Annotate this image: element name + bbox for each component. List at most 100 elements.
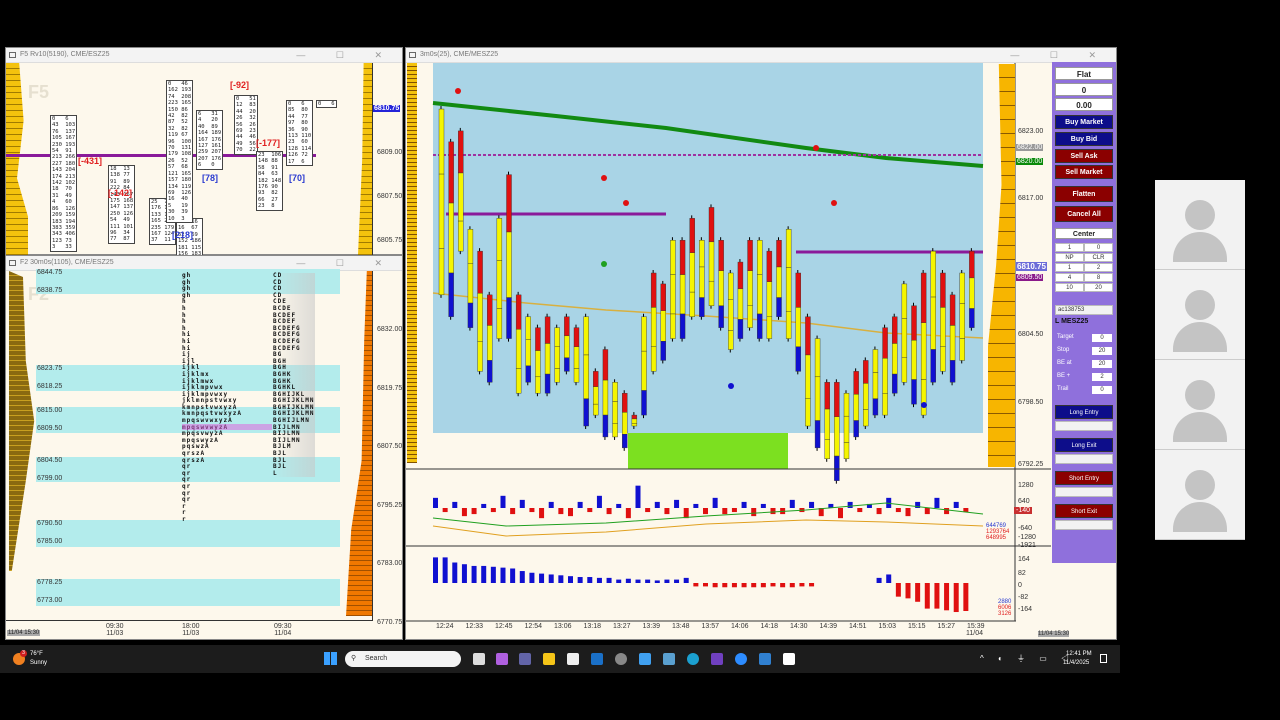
- osc-bar: [934, 583, 940, 609]
- long-entry-select[interactable]: [1055, 421, 1113, 431]
- osc-bar: [510, 568, 516, 583]
- time-label: 14:39: [819, 623, 838, 630]
- osc-bar: [712, 497, 718, 508]
- buy-market-button[interactable]: Buy Market: [1055, 115, 1113, 129]
- quantity-preset[interactable]: 20: [1084, 283, 1113, 292]
- price-bar: [525, 313, 531, 386]
- osc-bar: [789, 583, 795, 588]
- price-bar: [766, 248, 773, 342]
- short-entry-button[interactable]: Short Entry: [1055, 471, 1113, 485]
- sell-market-button[interactable]: Sell Market: [1055, 165, 1113, 179]
- price-label: 6798.50: [1018, 399, 1044, 406]
- osc-bar: [741, 583, 747, 588]
- long-entry-button[interactable]: Long Entry: [1055, 405, 1113, 419]
- osc-bar: [905, 508, 911, 517]
- quantity-preset[interactable]: NP: [1055, 253, 1084, 262]
- footprint-box: 0 46 162 193 74 208 223 165 150 86 42 82…: [166, 80, 194, 223]
- settings-icon[interactable]: [615, 653, 627, 665]
- time-label: 14:30: [790, 623, 808, 630]
- footprint-box: 0 6: [316, 100, 337, 109]
- param-stepper[interactable]: 0: [1092, 386, 1112, 394]
- date-label: 11/04: [966, 630, 983, 637]
- participant-tile[interactable]: [1155, 180, 1245, 270]
- osc-bar: [905, 583, 911, 599]
- outlook-icon[interactable]: [591, 653, 603, 665]
- long-exit-button[interactable]: Long Exit: [1055, 438, 1113, 452]
- window-controls[interactable]: — ☐ ✕: [296, 50, 396, 61]
- copilot-app-icon[interactable]: [639, 653, 651, 665]
- photos-icon[interactable]: [663, 653, 675, 665]
- center-button[interactable]: Center: [1055, 228, 1113, 239]
- param-stepper[interactable]: 2: [1092, 373, 1112, 381]
- price-bar: [564, 313, 570, 375]
- copilot-icon[interactable]: [496, 653, 508, 665]
- osc-bar: [703, 583, 708, 587]
- osc-bar: [635, 485, 641, 508]
- zoom-icon[interactable]: [735, 653, 747, 665]
- participant-tile[interactable]: [1155, 360, 1245, 450]
- clock-date[interactable]: 11/4/2025: [1063, 660, 1089, 666]
- quantity-stepper[interactable]: 1: [1055, 243, 1084, 252]
- short-exit-button[interactable]: Short Exit: [1055, 504, 1113, 518]
- short-entry-select[interactable]: [1055, 487, 1113, 497]
- price-bar: [438, 106, 445, 298]
- task-view-icon[interactable]: [473, 653, 485, 665]
- window-controls[interactable]: — ☐ ✕: [296, 258, 396, 269]
- osc-bar: [703, 508, 708, 515]
- date: 11/04: [274, 630, 292, 637]
- price-bar: [708, 204, 715, 309]
- buy-bid-button[interactable]: Buy Bid: [1055, 132, 1113, 146]
- osc-bar: [577, 577, 583, 583]
- account-select[interactable]: ac138753: [1055, 305, 1113, 315]
- signal-dot: [813, 145, 819, 151]
- short-exit-select[interactable]: [1055, 520, 1113, 530]
- time-label: 12:33: [465, 623, 484, 630]
- system-tray[interactable]: ^ ◐ ⏚ ▭ ◁: [980, 653, 1075, 664]
- osc-bar: [645, 508, 651, 513]
- window-title: F2 30m0s(1105), CME/ESZ25: [20, 259, 114, 266]
- osc-bar: [915, 583, 921, 602]
- osc-bar: [664, 579, 670, 583]
- cancel-all-button[interactable]: Cancel All: [1055, 206, 1113, 222]
- notification-badge: 3: [20, 650, 27, 657]
- quantity-preset[interactable]: 2: [1084, 263, 1113, 272]
- footprint-box: 23 106 148 88 58 91 84 63 182 148 176 90…: [256, 151, 284, 211]
- search-icon: ⚲: [351, 655, 357, 662]
- store-icon[interactable]: [567, 653, 579, 665]
- quantity-preset[interactable]: 1: [1055, 263, 1084, 272]
- quantity-preset[interactable]: CLR: [1084, 253, 1113, 262]
- edge-icon[interactable]: [687, 653, 699, 665]
- osc-bar: [625, 578, 631, 583]
- quantity-preset[interactable]: 8: [1084, 273, 1113, 282]
- visual-studio-icon[interactable]: [711, 653, 723, 665]
- teams-icon[interactable]: [519, 653, 531, 665]
- clock-time[interactable]: 12:41 PM: [1066, 651, 1092, 657]
- osc-bar: [539, 573, 545, 583]
- delta-label: [-142]: [108, 188, 133, 198]
- price-bar: [795, 269, 801, 375]
- flatten-button[interactable]: Flatten: [1055, 186, 1113, 202]
- notifications-icon[interactable]: [1100, 654, 1107, 663]
- window-titlebar[interactable]: F5 Rv10(5190), CME/ESZ25 — ☐ ✕: [6, 48, 402, 63]
- osc-bar: [683, 508, 689, 519]
- param-stepper[interactable]: 0: [1092, 334, 1112, 342]
- app-icon[interactable]: [759, 653, 771, 665]
- search-box[interactable]: ⚲ Search: [345, 651, 461, 667]
- participant-tile[interactable]: [1155, 450, 1245, 540]
- price-label: 6823.00: [1018, 128, 1044, 135]
- long-exit-select[interactable]: [1055, 454, 1113, 464]
- param-stepper[interactable]: 20: [1092, 347, 1112, 355]
- file-explorer-icon[interactable]: [543, 653, 555, 665]
- footprint-box: 0 6 85 80 44 77 97 80 36 90 113 110 23 6…: [286, 100, 314, 167]
- osc-bar: [635, 579, 641, 583]
- quantity-preset[interactable]: 10: [1055, 283, 1084, 292]
- quantity-preset[interactable]: 4: [1055, 273, 1084, 282]
- osc-bar: [461, 508, 467, 517]
- price-label: 6823.75: [37, 365, 63, 372]
- sell-ask-button[interactable]: Sell Ask: [1055, 149, 1113, 163]
- participant-tile[interactable]: [1155, 270, 1245, 360]
- start-button[interactable]: [324, 652, 337, 665]
- param-stepper[interactable]: 20: [1092, 360, 1112, 368]
- price-bar: [506, 171, 512, 342]
- app-icon[interactable]: [783, 653, 795, 665]
